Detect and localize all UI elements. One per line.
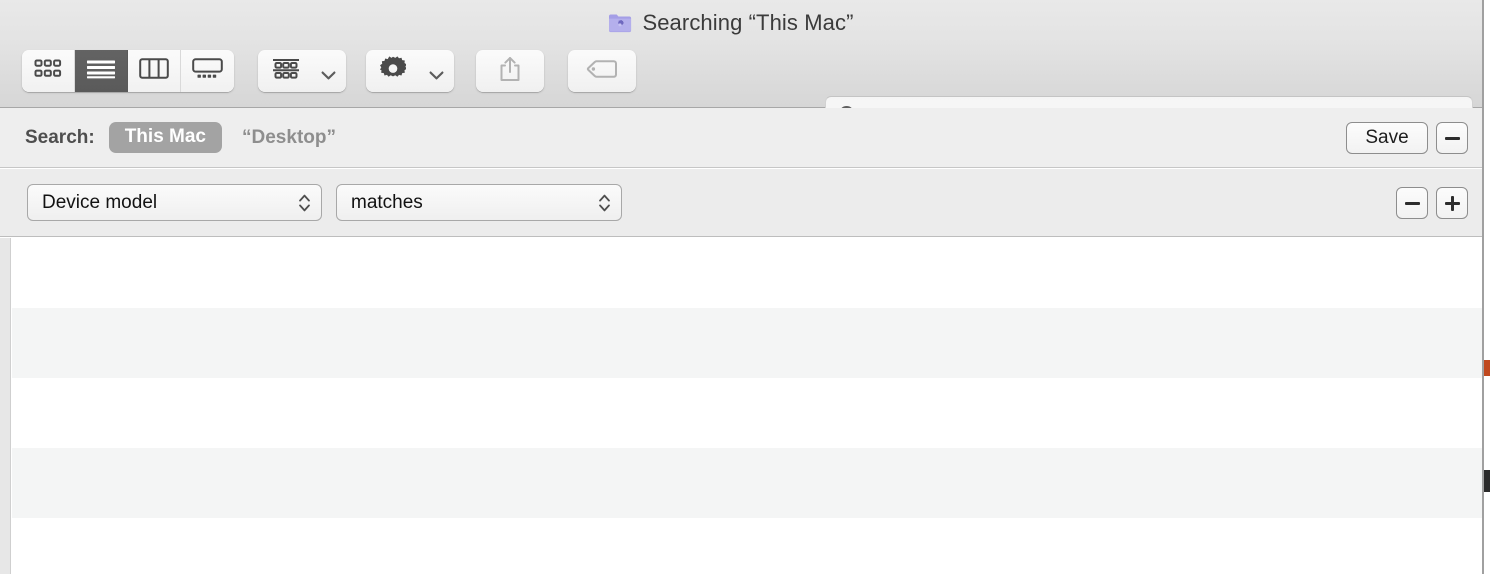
tag-icon	[586, 59, 618, 84]
view-mode-column-button[interactable]	[128, 50, 181, 92]
toolbar: Search	[0, 45, 1482, 107]
share-icon	[499, 56, 521, 87]
criteria-operator-popup[interactable]: matches	[336, 184, 622, 221]
up-down-chevron-icon	[298, 192, 311, 214]
minus-icon	[1445, 137, 1460, 140]
view-mode-list-button[interactable]	[75, 50, 128, 92]
window-title: Searching “This Mac”	[642, 10, 853, 36]
share-button[interactable]	[476, 50, 544, 92]
tags-button[interactable]	[568, 50, 636, 92]
search-scope-bar: Search: This Mac “Desktop” Save	[0, 108, 1482, 168]
gallery-icon	[192, 58, 223, 84]
chevron-down-icon	[321, 67, 334, 75]
search-results-area[interactable]	[0, 238, 1482, 574]
group-icon	[272, 58, 300, 85]
background-bleed-dark	[1484, 470, 1490, 492]
window-titlebar[interactable]: Searching “This Mac”	[0, 0, 1482, 45]
titlebar-toolbar-region: Searching “This Mac”	[0, 0, 1482, 108]
title-wrap: Searching “This Mac”	[608, 10, 853, 36]
table-row[interactable]	[12, 378, 1482, 448]
scope-desktop[interactable]: “Desktop”	[242, 127, 336, 149]
remove-search-criteria-button[interactable]	[1436, 122, 1468, 154]
search-criteria-row: Device model matches	[0, 169, 1482, 237]
chevron-down-icon	[429, 67, 442, 75]
action-menu-button[interactable]	[366, 50, 454, 92]
scope-bar-actions: Save	[1346, 108, 1468, 168]
view-mode-icon-button[interactable]	[22, 50, 75, 92]
results-row-list	[12, 238, 1482, 574]
criteria-attribute-value: Device model	[42, 192, 157, 214]
view-mode-gallery-button[interactable]	[181, 50, 234, 92]
up-down-chevron-icon	[598, 192, 611, 214]
criteria-row-actions	[1396, 169, 1468, 237]
list-icon	[86, 59, 116, 84]
minus-icon	[1405, 202, 1420, 205]
grid-icon	[34, 59, 62, 83]
search-scope-label: Search:	[25, 127, 95, 149]
scope-this-mac[interactable]: This Mac	[109, 122, 222, 154]
add-criteria-row-button[interactable]	[1436, 187, 1468, 219]
table-row[interactable]	[12, 238, 1482, 308]
background-bleed-orange	[1484, 360, 1490, 376]
group-by-button[interactable]	[258, 50, 346, 92]
gear-icon	[380, 56, 406, 87]
table-row[interactable]	[12, 308, 1482, 378]
criteria-operator-value: matches	[351, 192, 423, 214]
finder-search-window: Searching “This Mac”	[0, 0, 1490, 574]
save-search-button[interactable]: Save	[1346, 122, 1428, 154]
criteria-attribute-popup[interactable]: Device model	[27, 184, 322, 221]
table-row[interactable]	[12, 518, 1482, 574]
table-row[interactable]	[12, 448, 1482, 518]
sidebar-strip	[0, 238, 11, 574]
columns-icon	[139, 58, 169, 84]
smart-folder-icon	[608, 13, 632, 33]
remove-criteria-row-button[interactable]	[1396, 187, 1428, 219]
plus-icon	[1445, 196, 1460, 211]
view-mode-segmented-control[interactable]	[22, 50, 234, 92]
